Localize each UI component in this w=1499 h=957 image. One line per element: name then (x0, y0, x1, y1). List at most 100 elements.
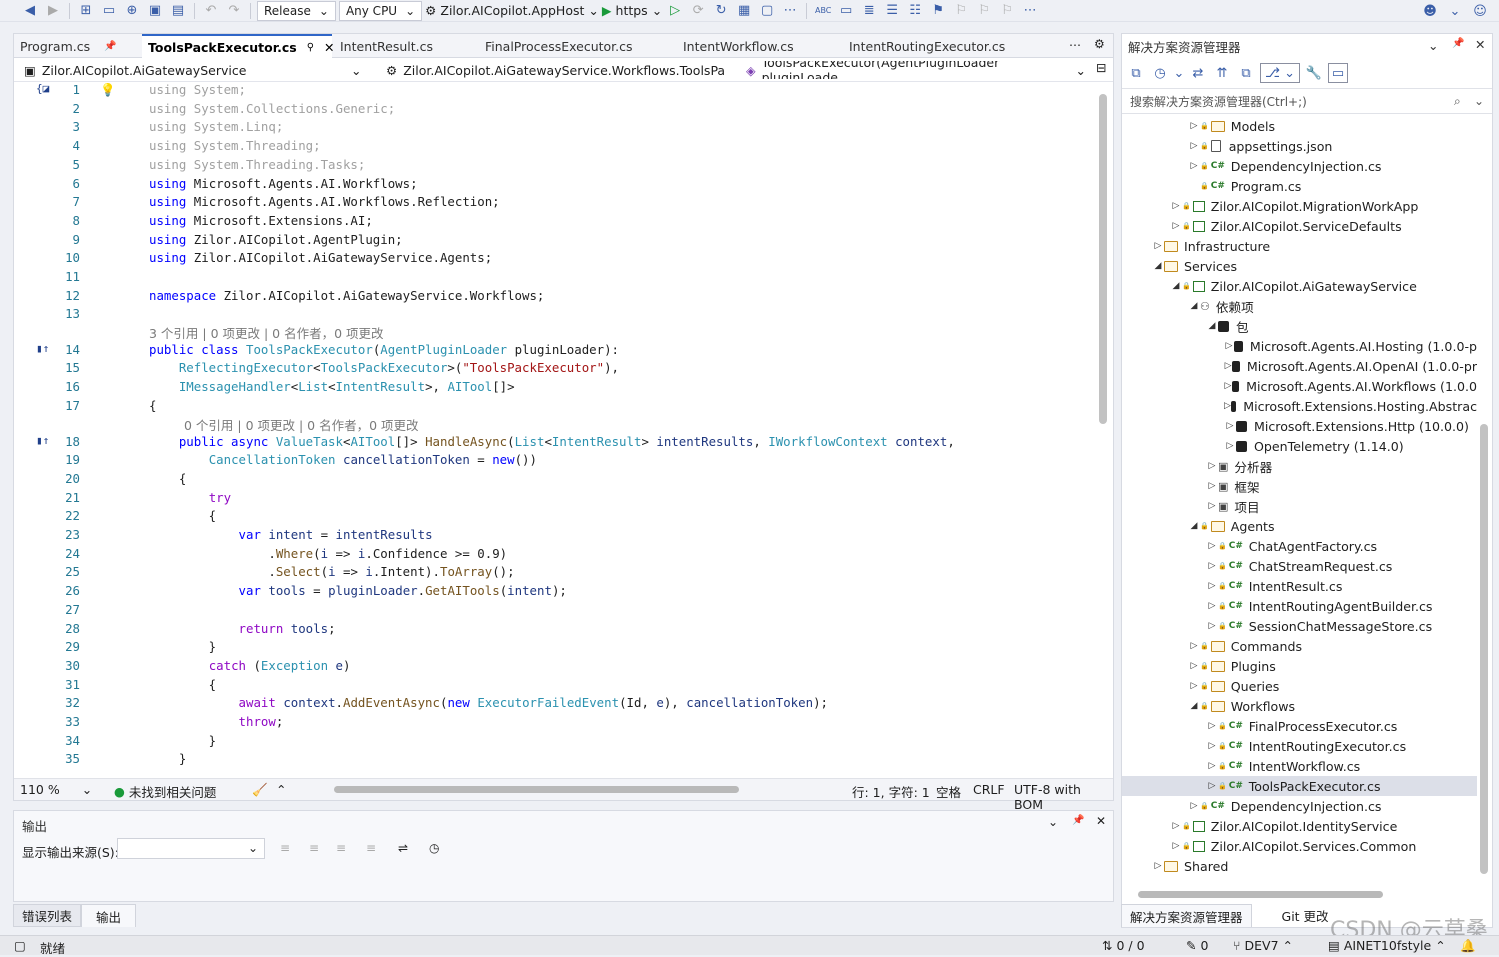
clock-icon[interactable]: ◷ (429, 841, 439, 855)
outdent-icon[interactable]: ☷ (905, 1, 925, 21)
collapsed-arrow-icon[interactable]: ▷ (1224, 341, 1234, 351)
tab-intentroutingexecutor[interactable]: IntentRoutingExecutor.cs (843, 34, 1011, 58)
codelens-class[interactable]: 3 个引用 | 0 项更改 | 0 名作者，0 项更改 (149, 323, 384, 342)
solution-horizontal-scrollbar[interactable] (1138, 891, 1383, 898)
copilot-icon[interactable]: ☻ (1420, 1, 1440, 21)
refresh-icon[interactable]: ↻ (711, 1, 731, 21)
overflow-icon[interactable]: ⋯ (1020, 1, 1040, 21)
tree-item[interactable]: ▷ 🔒 C# IntentWorkflow.cs (1122, 756, 1477, 776)
chevron-down-icon[interactable]: ⌄ (1048, 815, 1058, 829)
tree-item[interactable]: ▷ 🔒 C# ChatStreamRequest.cs (1122, 556, 1477, 576)
collapsed-arrow-icon[interactable]: ▷ (1206, 541, 1218, 551)
collapsed-arrow-icon[interactable]: ▷ (1206, 781, 1218, 791)
undo-icon[interactable]: ↶ (201, 1, 221, 21)
tree-item[interactable]: ◢ 🔒 Workflows (1122, 696, 1477, 716)
tree-item[interactable]: ▷ 🔒 C# FinalProcessExecutor.cs (1122, 716, 1477, 736)
collapsed-arrow-icon[interactable]: ▷ (1188, 641, 1200, 651)
collapsed-arrow-icon[interactable]: ▷ (1170, 841, 1182, 851)
tree-item[interactable]: ▷ 🔒 Models (1122, 116, 1477, 136)
collapse-all-icon[interactable]: ⇈ (1212, 63, 1232, 83)
eol-indicator[interactable]: CRLF (973, 782, 1005, 797)
tree-item[interactable]: ▷ 🔒 Queries (1122, 676, 1477, 696)
collapsed-arrow-icon[interactable]: ▷ (1224, 361, 1232, 371)
collapsed-arrow-icon[interactable]: ▷ (1188, 801, 1200, 811)
prev-bookmark-icon[interactable]: ⚐ (951, 1, 971, 21)
collapsed-arrow-icon[interactable]: ▷ (1152, 241, 1164, 251)
tab-output[interactable]: 输出 (81, 904, 137, 927)
tree-item[interactable]: ▷ Microsoft.Agents.AI.OpenAI (1.0.0-pr (1122, 356, 1477, 376)
forward-icon[interactable]: ▶ (43, 1, 63, 21)
pin-icon[interactable]: 📌 (1452, 38, 1464, 49)
tab-intentworkflow[interactable]: IntentWorkflow.cs (677, 34, 800, 58)
type-dropdown[interactable]: ⚙ Zilor.AICopilot.AiGatewayService.Workfl… (386, 61, 726, 79)
collapsed-arrow-icon[interactable]: ▷ (1188, 161, 1200, 171)
chevron-down-icon[interactable]: ⌄ (1428, 38, 1438, 53)
collapsed-arrow-icon[interactable]: ▷ (1206, 481, 1218, 491)
expanded-arrow-icon[interactable]: ◢ (1188, 521, 1200, 531)
tree-item[interactable]: ▷ 🔒 Zilor.AICopilot.IdentityService (1122, 816, 1477, 836)
pin-icon[interactable]: 📌 (104, 41, 116, 52)
encoding-indicator[interactable]: UTF-8 with BOM (1014, 782, 1113, 812)
collapsed-arrow-icon[interactable]: ▷ (1206, 561, 1218, 571)
tree-item[interactable]: ▷ Shared (1122, 856, 1477, 876)
tab-finalprocessexecutor[interactable]: FinalProcessExecutor.cs (479, 34, 639, 58)
notifications-icon[interactable]: ▢ (14, 938, 26, 953)
wrench-icon[interactable]: 🔧 (1304, 63, 1324, 83)
branch-indicator[interactable]: ⑂ DEV7 ⌃ (1233, 938, 1293, 953)
window-icon[interactable]: ▢ (757, 1, 777, 21)
tree-item[interactable]: ▷ 🔒 Zilor.AICopilot.Services.Common (1122, 836, 1477, 856)
more-tabs-icon[interactable]: ⋯ (1069, 38, 1081, 52)
chevron-down-icon[interactable]: ⌄ (1474, 94, 1484, 108)
notification-bell-icon[interactable]: 🔔 (1460, 938, 1476, 954)
split-editor-icon[interactable]: ⊟ (1096, 60, 1106, 75)
tab-error-list[interactable]: 错误列表 (13, 904, 82, 927)
pending-changes-icon[interactable]: ◷ (1150, 63, 1170, 83)
tree-item[interactable]: ▷ Microsoft.Agents.AI.Hosting (1.0.0-p (1122, 336, 1477, 356)
editor-vertical-scrollbar[interactable] (1099, 94, 1107, 424)
pin-icon[interactable]: 📌 (1072, 815, 1084, 826)
code-area[interactable]: {◪ 1 💡 using System; 2 using System.Collecti… (14, 82, 1098, 775)
collapsed-arrow-icon[interactable]: ▷ (1206, 581, 1218, 591)
collapsed-arrow-icon[interactable]: ▷ (1152, 861, 1164, 871)
expanded-arrow-icon[interactable]: ◢ (1206, 321, 1218, 331)
project-dropdown[interactable]: ▣ Zilor.AICopilot.AiGatewayService ⌄ (24, 61, 364, 79)
comment-icon[interactable]: ▭ (836, 1, 856, 21)
filter-icon[interactable]: ⎇ ⌄ (1260, 63, 1300, 83)
collapsed-arrow-icon[interactable]: ▷ (1224, 381, 1232, 391)
tab-solution-explorer[interactable]: 解决方案资源管理器 (1121, 904, 1252, 927)
collapsed-arrow-icon[interactable]: ▷ (1170, 201, 1182, 211)
chevron-down-icon[interactable]: ⌄ (1445, 1, 1465, 21)
collapsed-arrow-icon[interactable]: ▷ (1206, 741, 1218, 751)
collapsed-arrow-icon[interactable]: ▷ (1206, 501, 1218, 511)
expanded-arrow-icon[interactable]: ◢ (1188, 701, 1200, 711)
repo-indicator[interactable]: ▤ AINET10fstyle ⌃ (1328, 938, 1446, 953)
next-message-icon[interactable]: ≡ (336, 841, 346, 855)
close-icon[interactable]: ✕ (1096, 814, 1106, 828)
run-button[interactable]: ▶ https ⌄ (602, 3, 662, 18)
back-icon[interactable]: ◀ (20, 1, 40, 21)
collapsed-arrow-icon[interactable]: ▷ (1188, 121, 1200, 131)
tree-item[interactable]: ▷ 🔒 Zilor.AICopilot.MigrationWorkApp (1122, 196, 1477, 216)
solution-vertical-scrollbar[interactable] (1480, 424, 1488, 874)
save-all-icon[interactable]: ▤ (168, 1, 188, 21)
implements-glyph-icon[interactable]: ▮↑ (36, 342, 49, 355)
tree-item[interactable]: ▷ 🔒 C# ToolsPackExecutor.cs (1122, 776, 1477, 796)
expanded-arrow-icon[interactable]: ◢ (1170, 281, 1182, 291)
tree-item[interactable]: ◢ ⚇ 依赖项 (1122, 296, 1477, 316)
close-icon[interactable]: ✕ (1475, 37, 1485, 52)
expanded-arrow-icon[interactable]: ◢ (1152, 261, 1164, 271)
copy-icon[interactable]: ⧉ (1236, 63, 1256, 83)
lightbulb-icon[interactable]: 💡 (100, 82, 115, 98)
tree-item[interactable]: ▷ Infrastructure (1122, 236, 1477, 256)
collapsed-arrow-icon[interactable]: ▷ (1188, 141, 1200, 151)
edits-indicator[interactable]: ✎ 0 (1186, 938, 1208, 953)
account-icon[interactable]: ☺ (1470, 1, 1490, 21)
next-bookmark-icon[interactable]: ⚐ (974, 1, 994, 21)
codelens-method[interactable]: 0 个引用 | 0 项更改 | 0 名作者，0 项更改 (184, 415, 419, 434)
save-icon[interactable]: ▣ (145, 1, 165, 21)
start-without-debug-icon[interactable]: ▷ (665, 1, 685, 21)
tree-item[interactable]: ▷ ▣ 项目 (1122, 496, 1477, 516)
tree-item[interactable]: ▷ OpenTelemetry (1.14.0) (1122, 436, 1477, 456)
sync-icon[interactable]: ⇄ (1188, 63, 1208, 83)
implements-glyph-icon[interactable]: ▮↑ (36, 434, 49, 447)
